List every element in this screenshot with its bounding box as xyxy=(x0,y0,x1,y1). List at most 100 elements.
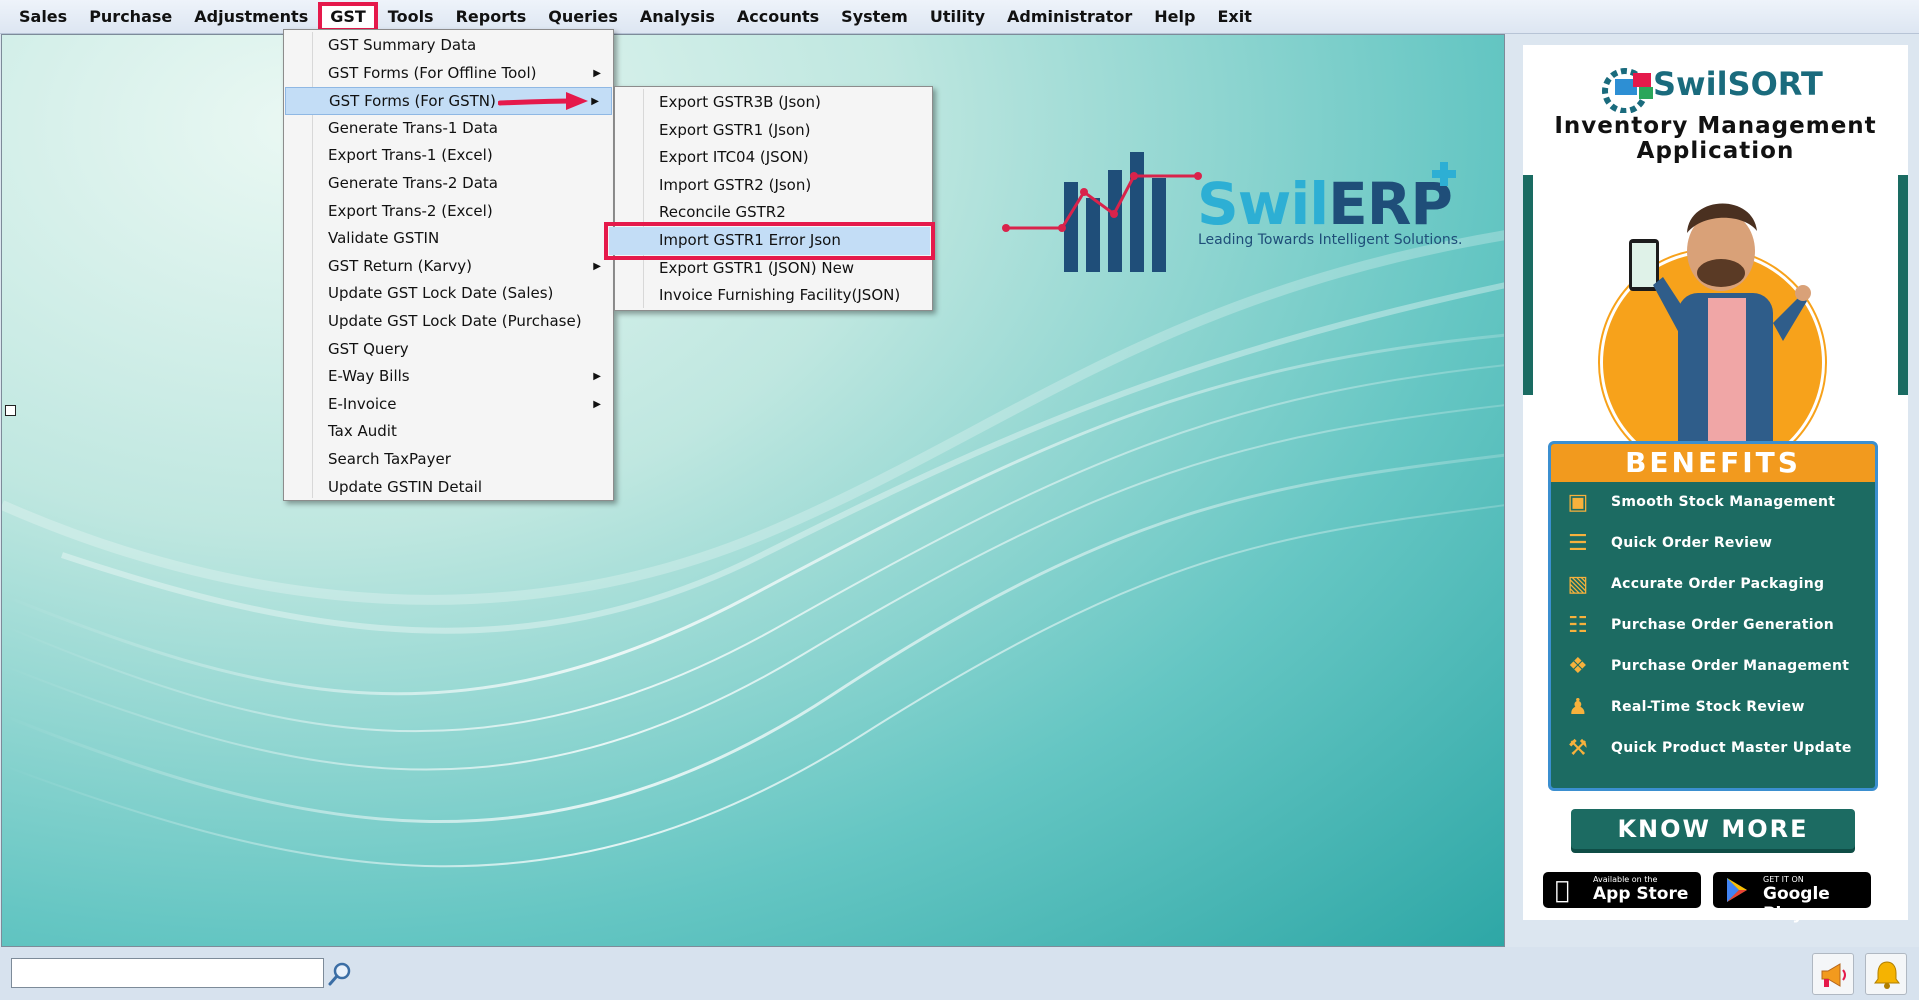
submenu-arrow-icon: ▶ xyxy=(593,371,601,383)
benefit-icon: ♟ xyxy=(1567,695,1589,720)
gst-menu-item[interactable]: Validate GSTIN xyxy=(284,225,613,253)
menu-reports[interactable]: Reports xyxy=(445,3,538,31)
gst-menu-item[interactable]: GST Query xyxy=(284,336,613,364)
ad-person-image xyxy=(1629,203,1811,463)
gst-menu-item-label: Update GSTIN Detail xyxy=(328,477,482,496)
menu-accounts[interactable]: Accounts xyxy=(726,3,830,31)
megaphone-icon xyxy=(1821,963,1846,987)
submenu-arrow-icon: ▶ xyxy=(591,96,599,108)
benefits-box: BENEFITS ▣ Smooth Stock Management ☰ Quick … xyxy=(1548,441,1878,791)
gst-menu-item[interactable]: Export Trans-1 (Excel) xyxy=(284,142,613,170)
benefit-label: Real-Time Stock Review xyxy=(1611,699,1805,715)
submenu-arrow-icon: ▶ xyxy=(593,67,601,79)
menu-exit[interactable]: Exit xyxy=(1206,3,1262,31)
benefits-list: ▣ Smooth Stock Management ☰ Quick Order Rev… xyxy=(1551,482,1875,769)
gst-menu-item[interactable]: Search TaxPayer xyxy=(284,446,613,474)
gst-menu-item[interactable]: GST Return (Karvy) ▶ xyxy=(284,253,613,281)
benefit-label: Purchase Order Generation xyxy=(1611,617,1835,633)
bell-icon xyxy=(1874,961,1900,989)
menu-purchase[interactable]: Purchase xyxy=(78,3,183,31)
gst-menu-item[interactable]: Update GST Lock Date (Purchase) xyxy=(284,308,613,336)
gst-menu-item-label: GST Summary Data xyxy=(328,36,477,54)
gst-menu-item[interactable]: GST Summary Data xyxy=(284,32,613,60)
gstn-submenu-item[interactable]: Export GSTR3B (Json) xyxy=(615,89,932,117)
menu-sales[interactable]: Sales xyxy=(8,3,78,31)
gstn-submenu-item[interactable]: Export GSTR1 (Json) xyxy=(615,117,932,145)
menu-adjustments[interactable]: Adjustments xyxy=(183,3,319,31)
google-play-badge[interactable]: GET IT ON Google Play xyxy=(1713,872,1871,924)
benefit-item: ▧ Accurate Order Packaging xyxy=(1551,564,1875,605)
gst-menu-item[interactable]: E-Way Bills ▶ xyxy=(284,363,613,391)
ad-frame-bar-right xyxy=(1898,175,1908,395)
gst-menu-item-label: GST Query xyxy=(328,339,409,358)
gst-menu-item[interactable]: GST Forms (For Offline Tool) ▶ xyxy=(284,60,613,88)
logo-tagline: Leading Towards Intelligent Solutions. xyxy=(1198,232,1463,248)
benefits-title: BENEFITS xyxy=(1551,444,1875,482)
gst-menu-item[interactable]: E-Invoice ▶ xyxy=(284,391,613,419)
menu-help[interactable]: Help xyxy=(1143,3,1206,31)
gst-menu-item[interactable]: Generate Trans-2 Data xyxy=(284,170,613,198)
ad-heading-line2: Application xyxy=(1636,138,1795,164)
gstn-submenu-item[interactable]: Reconcile GSTR2 xyxy=(615,199,932,227)
annotation-arrow-icon xyxy=(498,92,588,110)
ad-frame-bar-left xyxy=(1523,175,1533,395)
resize-handle[interactable] xyxy=(5,405,16,416)
gst-menu-item[interactable]: Update GST Lock Date (Sales) xyxy=(284,280,613,308)
menu-analysis[interactable]: Analysis xyxy=(629,3,726,31)
gst-menu-item-label: E-Invoice xyxy=(328,394,397,413)
gst-menu-item-label: Generate Trans-2 Data xyxy=(328,173,499,192)
benefit-item: ❖ Purchase Order Management xyxy=(1551,646,1875,687)
menu-gst[interactable]: GST xyxy=(318,1,378,32)
gst-menu-item-label: Update GST Lock Date (Sales) xyxy=(328,284,554,303)
gstn-submenu-item[interactable]: Export ITC04 (JSON) xyxy=(615,144,932,172)
gst-menu-item[interactable]: Export Trans-2 (Excel) xyxy=(284,198,613,226)
benefit-label: Smooth Stock Management xyxy=(1611,494,1836,510)
swilsort-brand: SwilSORT xyxy=(1653,65,1823,103)
gst-menu-item-label: Generate Trans-1 Data xyxy=(328,118,499,137)
search-input[interactable] xyxy=(11,958,324,988)
gst-menu-item-label: Update GST Lock Date (Purchase) xyxy=(328,311,582,330)
gstn-submenu-item[interactable]: Import GSTR2 (Json) xyxy=(615,172,932,200)
benefit-icon: ❖ xyxy=(1567,654,1589,679)
gst-menu-item[interactable]: Generate Trans-1 Data xyxy=(284,115,613,143)
benefit-label: Quick Order Review xyxy=(1611,535,1773,551)
gst-menu-item-label: GST Forms (For GSTN) xyxy=(329,92,496,111)
gstn-submenu-item[interactable]: Invoice Furnishing Facility(JSON) xyxy=(615,282,932,310)
gst-menu-item[interactable]: Update GSTIN Detail xyxy=(284,474,613,502)
announcement-button[interactable] xyxy=(1812,953,1854,995)
gst-menu-item-label: Tax Audit xyxy=(328,422,397,441)
submenu-arrow-icon: ▶ xyxy=(593,398,601,410)
swilsort-ad-panel[interactable]: SwilSORT Inventory Management Applicatio… xyxy=(1523,45,1908,924)
benefit-item: ⚒ Quick Product Master Update xyxy=(1551,728,1875,769)
menu-system[interactable]: System xyxy=(830,3,919,31)
menu-utility[interactable]: Utility xyxy=(919,3,996,31)
app-store-badge[interactable]:  Available on the App Store xyxy=(1543,872,1701,908)
benefit-label: Accurate Order Packaging xyxy=(1611,576,1825,592)
logo-chart-icon xyxy=(1002,152,1202,272)
benefit-icon: ▧ xyxy=(1567,572,1589,597)
menu-administrator[interactable]: Administrator xyxy=(996,3,1143,31)
gst-menu-item[interactable]: Tax Audit xyxy=(284,418,613,446)
benefit-icon: ⚒ xyxy=(1567,736,1589,761)
search-icon[interactable] xyxy=(327,961,353,987)
benefit-item: ▣ Smooth Stock Management xyxy=(1551,482,1875,523)
ad-heading-line1: Inventory Management xyxy=(1554,113,1877,139)
gst-menu-item-label: GST Forms (For Offline Tool) xyxy=(328,63,537,82)
gst-menu-item-label: Export Trans-2 (Excel) xyxy=(328,201,493,220)
bottom-status-bar xyxy=(0,947,1919,1000)
benefit-icon: ▣ xyxy=(1567,490,1589,515)
gstn-submenu-item[interactable]: Import GSTR1 Error Json xyxy=(604,222,935,260)
benefit-item: ☷ Purchase Order Generation xyxy=(1551,605,1875,646)
benefit-item: ♟ Real-Time Stock Review xyxy=(1551,687,1875,728)
plus-icon xyxy=(1432,162,1456,186)
notification-button[interactable] xyxy=(1865,953,1907,995)
benefit-label: Quick Product Master Update xyxy=(1611,740,1852,756)
know-more-button[interactable]: KNOW MORE xyxy=(1571,809,1855,849)
gst-menu-item-label: E-Way Bills xyxy=(328,367,410,386)
benefit-label: Purchase Order Management xyxy=(1611,658,1850,674)
menu-tools[interactable]: Tools xyxy=(377,3,445,31)
gstn-submenu-item[interactable]: Export GSTR1 (JSON) New xyxy=(615,255,932,283)
google-play-icon xyxy=(1727,878,1747,902)
apple-icon:  xyxy=(1555,876,1569,904)
menu-queries[interactable]: Queries xyxy=(537,3,629,31)
